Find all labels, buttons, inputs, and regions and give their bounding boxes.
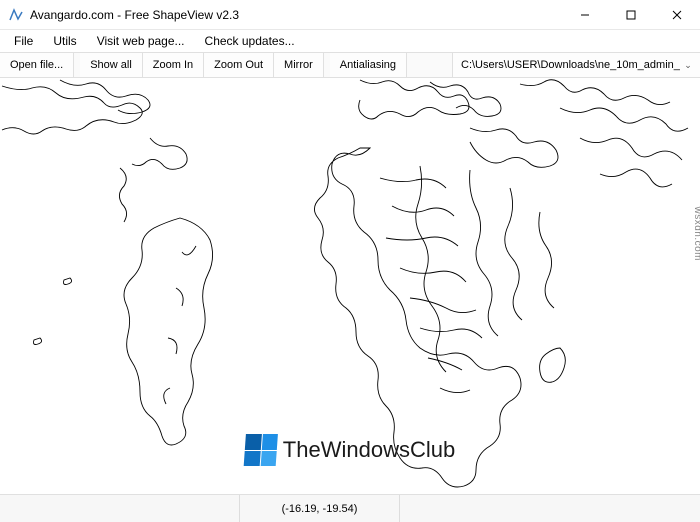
status-cell-empty — [0, 495, 240, 522]
statusbar: (-16.19, -19.54) — [0, 494, 700, 522]
map-canvas[interactable]: TheWindowsClub — [0, 78, 700, 494]
antialiasing-button[interactable]: Antialiasing — [330, 53, 407, 77]
toolbar: Open file... Show all Zoom In Zoom Out M… — [0, 52, 700, 78]
status-coordinates: (-16.19, -19.54) — [240, 495, 400, 522]
titlebar: Avangardo.com - Free ShapeView v2.3 — [0, 0, 700, 30]
zoom-out-button[interactable]: Zoom Out — [204, 53, 274, 77]
zoom-in-button[interactable]: Zoom In — [143, 53, 204, 77]
menu-visit-web[interactable]: Visit web page... — [89, 32, 193, 50]
shapefile-render — [0, 78, 700, 494]
window-title: Avangardo.com - Free ShapeView v2.3 — [30, 8, 239, 22]
close-button[interactable] — [654, 0, 700, 30]
open-file-button[interactable]: Open file... — [0, 53, 74, 77]
maximize-button[interactable] — [608, 0, 654, 30]
watermark: TheWindowsClub — [245, 434, 455, 466]
menu-check-updates[interactable]: Check updates... — [197, 32, 303, 50]
chevron-down-icon: ⌄ — [680, 60, 696, 71]
menu-utils[interactable]: Utils — [45, 32, 84, 50]
watermark-text: TheWindowsClub — [283, 437, 455, 463]
mirror-button[interactable]: Mirror — [274, 53, 324, 77]
windows-logo-icon — [244, 434, 278, 466]
menu-file[interactable]: File — [6, 32, 41, 50]
show-all-button[interactable]: Show all — [80, 53, 143, 77]
app-icon — [8, 7, 24, 23]
menubar: File Utils Visit web page... Check updat… — [0, 30, 700, 52]
file-path-combo[interactable]: C:\Users\USER\Downloads\ne_10m_admin_0_b… — [452, 53, 700, 77]
file-path-text: C:\Users\USER\Downloads\ne_10m_admin_0_b… — [461, 59, 680, 71]
side-attribution: wsxdn.com — [693, 206, 700, 261]
window-controls — [562, 0, 700, 29]
minimize-button[interactable] — [562, 0, 608, 30]
